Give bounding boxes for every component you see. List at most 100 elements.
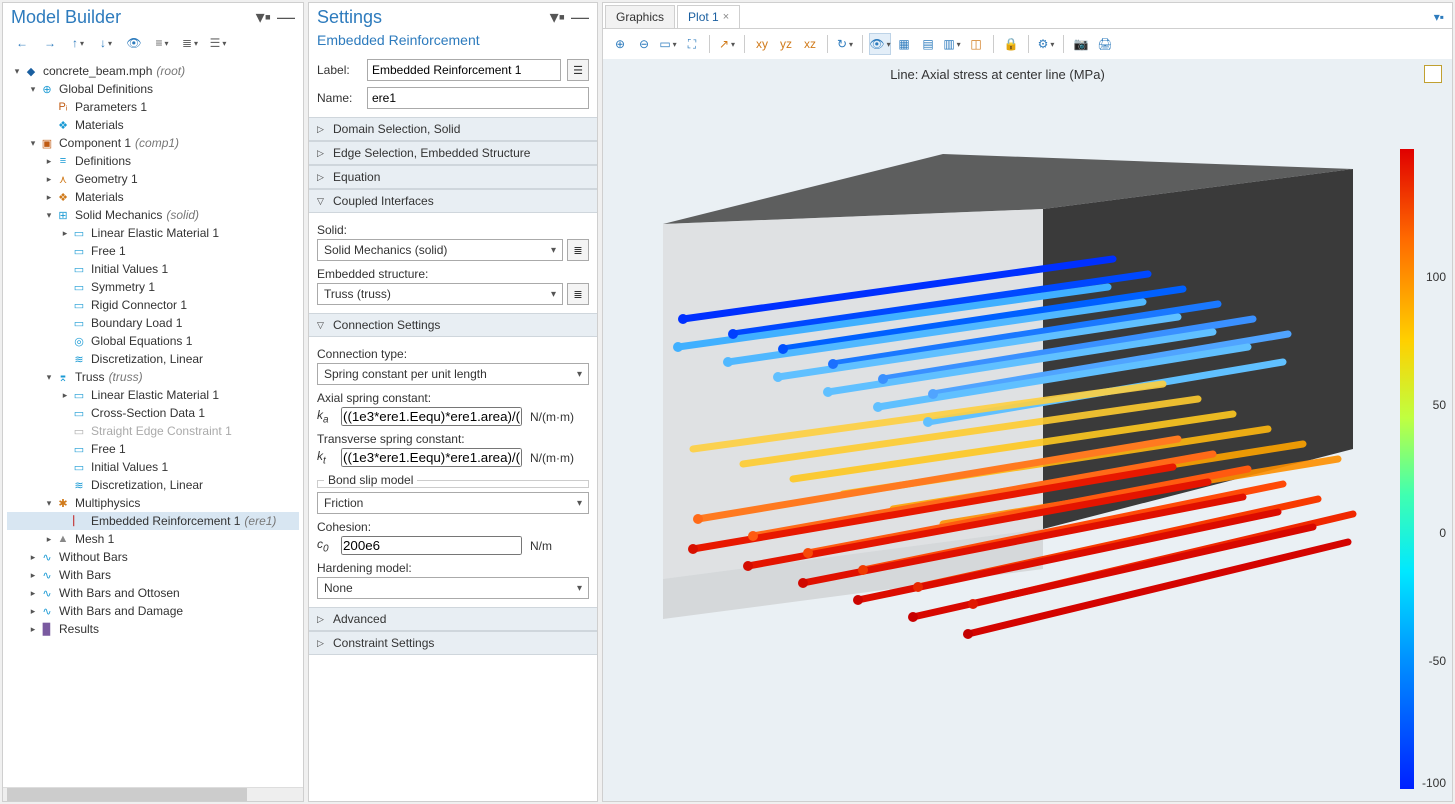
node-icon: ▭ xyxy=(71,423,87,439)
tree-item[interactable]: ▸∿With Bars and Ottosen xyxy=(7,584,299,602)
scene-light-icon[interactable]: 👁 xyxy=(869,33,891,55)
graphics-canvas[interactable]: Line: Axial stress at center line (MPa) xyxy=(603,59,1452,801)
tree-item[interactable]: ▭Initial Values 1 xyxy=(7,458,299,476)
minimize-icon[interactable]: — xyxy=(571,7,589,28)
transparency-icon[interactable]: ▦ xyxy=(893,33,915,55)
hardening-label: Hardening model: xyxy=(317,561,589,575)
model-builder-title: Model Builder xyxy=(11,7,121,28)
tree-item[interactable]: ⎸Embedded Reinforcement 1(ere1) xyxy=(7,512,299,530)
tree-item[interactable]: ▾✱Multiphysics xyxy=(7,494,299,512)
panel-menu-icon[interactable]: ▾▪ xyxy=(550,7,565,28)
print-icon[interactable]: 🖨 xyxy=(1094,33,1116,55)
tree-item[interactable]: ▭Symmetry 1 xyxy=(7,278,299,296)
lock-icon[interactable]: 🔒 xyxy=(1000,33,1022,55)
collapse-icon[interactable]: ≡ xyxy=(151,32,173,54)
zoom-box-icon[interactable]: ▭ xyxy=(657,33,679,55)
list-icon[interactable]: ☰ xyxy=(207,32,229,54)
transverse-input[interactable] xyxy=(341,448,522,467)
zoom-extents-icon[interactable]: ⛶ xyxy=(681,33,703,55)
tree-item[interactable]: ▾⊞Solid Mechanics(solid) xyxy=(7,206,299,224)
snapshot-icon[interactable]: 📷 xyxy=(1070,33,1092,55)
physics-link-icon[interactable]: ≣ xyxy=(567,283,589,305)
tree-item[interactable]: ▭Free 1 xyxy=(7,440,299,458)
wireframe-icon[interactable]: ▥ xyxy=(941,33,963,55)
solid-select[interactable]: Solid Mechanics (solid) xyxy=(317,239,563,261)
tree-item[interactable]: ▸≡Definitions xyxy=(7,152,299,170)
zoom-out-icon[interactable]: ⊖ xyxy=(633,33,655,55)
tree-item[interactable]: ▸▉Results xyxy=(7,620,299,638)
tree-item[interactable]: PᵢParameters 1 xyxy=(7,98,299,116)
tree-item[interactable]: ▭Straight Edge Constraint 1 xyxy=(7,422,299,440)
tree-item[interactable]: ▸⋏Geometry 1 xyxy=(7,170,299,188)
tree-item[interactable]: ▸▭Linear Elastic Material 1 xyxy=(7,386,299,404)
settings-gear-icon[interactable]: ⚙ xyxy=(1035,33,1057,55)
embedded-select[interactable]: Truss (truss) xyxy=(317,283,563,305)
tree-label: Linear Elastic Material 1 xyxy=(91,388,219,402)
tree-item[interactable]: ▾⊕Global Definitions xyxy=(7,80,299,98)
hardening-select[interactable]: None xyxy=(317,577,589,599)
tree-item[interactable]: ▾⌆Truss(truss) xyxy=(7,368,299,386)
tab-graphics[interactable]: Graphics xyxy=(605,5,675,28)
clip-icon[interactable]: ◫ xyxy=(965,33,987,55)
section-constraint-settings[interactable]: ▷Constraint Settings xyxy=(309,631,597,655)
tree-item[interactable]: ▭Free 1 xyxy=(7,242,299,260)
model-tree[interactable]: ▾◆concrete_beam.mph(root)▾⊕Global Defini… xyxy=(3,60,303,787)
horizontal-scrollbar[interactable] xyxy=(3,787,303,801)
tree-item[interactable]: ≋Discretization, Linear xyxy=(7,476,299,494)
tree-item[interactable]: ▾▣Component 1(comp1) xyxy=(7,134,299,152)
section-edge-selection[interactable]: ▷Edge Selection, Embedded Structure xyxy=(309,141,597,165)
show-icon[interactable]: 👁 xyxy=(123,32,145,54)
axis-xy-icon[interactable]: xy xyxy=(751,33,773,55)
name-input[interactable] xyxy=(367,87,589,109)
tree-item[interactable]: ▭Cross-Section Data 1 xyxy=(7,404,299,422)
settings-title: Settings xyxy=(317,7,382,28)
view-xy-icon[interactable]: ↗ xyxy=(716,33,738,55)
tree-item[interactable]: ▸∿Without Bars xyxy=(7,548,299,566)
tree-item[interactable]: ◎Global Equations 1 xyxy=(7,332,299,350)
rotate-icon[interactable]: ↻ xyxy=(834,33,856,55)
tree-item[interactable]: ▸∿With Bars and Damage xyxy=(7,602,299,620)
zoom-in-icon[interactable]: ⊕ xyxy=(609,33,631,55)
expand-icon[interactable]: ≣ xyxy=(179,32,201,54)
section-coupled-interfaces[interactable]: ▽Coupled Interfaces xyxy=(309,189,597,213)
tree-item[interactable]: ▭Boundary Load 1 xyxy=(7,314,299,332)
tree-item[interactable]: ▸∿With Bars xyxy=(7,566,299,584)
section-advanced[interactable]: ▷Advanced xyxy=(309,607,597,631)
physics-link-icon[interactable]: ≣ xyxy=(567,239,589,261)
tree-item[interactable]: ▸❖Materials xyxy=(7,188,299,206)
tree-item[interactable]: ▾◆concrete_beam.mph(root) xyxy=(7,62,299,80)
legend-toggle-icon[interactable] xyxy=(1424,65,1442,83)
tree-label: Initial Values 1 xyxy=(91,262,168,276)
panel-menu-icon[interactable]: ▾▪ xyxy=(1434,10,1444,24)
connection-type-select[interactable]: Spring constant per unit length xyxy=(317,363,589,385)
section-connection-settings[interactable]: ▽Connection Settings xyxy=(309,313,597,337)
back-icon[interactable]: ← xyxy=(11,32,33,54)
axial-input[interactable] xyxy=(341,407,522,426)
section-domain-selection[interactable]: ▷Domain Selection, Solid xyxy=(309,117,597,141)
down-icon[interactable]: ↓ xyxy=(95,32,117,54)
tree-item[interactable]: ▸▭Linear Elastic Material 1 xyxy=(7,224,299,242)
close-icon[interactable]: × xyxy=(723,11,729,23)
cohesion-input[interactable] xyxy=(341,536,522,555)
tree-item[interactable]: ≋Discretization, Linear xyxy=(7,350,299,368)
tree-label: Component 1 xyxy=(59,136,131,150)
goto-source-icon[interactable]: ☰ xyxy=(567,59,589,81)
panel-menu-icon[interactable]: ▾▪ xyxy=(256,7,271,28)
tree-item[interactable]: ▭Rigid Connector 1 xyxy=(7,296,299,314)
tree-item[interactable]: ❖Materials xyxy=(7,116,299,134)
up-icon[interactable]: ↑ xyxy=(67,32,89,54)
tab-plot-1[interactable]: Plot 1× xyxy=(677,5,740,28)
label-input[interactable] xyxy=(367,59,561,81)
colorbar-tick: -100 xyxy=(1422,776,1446,790)
node-icon: ⎸ xyxy=(71,513,87,529)
tree-item[interactable]: ▸▲Mesh 1 xyxy=(7,530,299,548)
minimize-icon[interactable]: — xyxy=(277,7,295,28)
axis-xz-icon[interactable]: xz xyxy=(799,33,821,55)
tree-item[interactable]: ▭Initial Values 1 xyxy=(7,260,299,278)
bond-slip-select[interactable]: Friction xyxy=(317,492,589,514)
section-equation[interactable]: ▷Equation xyxy=(309,165,597,189)
connection-type-label: Connection type: xyxy=(317,347,589,361)
axis-yz-icon[interactable]: yz xyxy=(775,33,797,55)
grid-icon[interactable]: ▤ xyxy=(917,33,939,55)
forward-icon[interactable]: → xyxy=(39,32,61,54)
